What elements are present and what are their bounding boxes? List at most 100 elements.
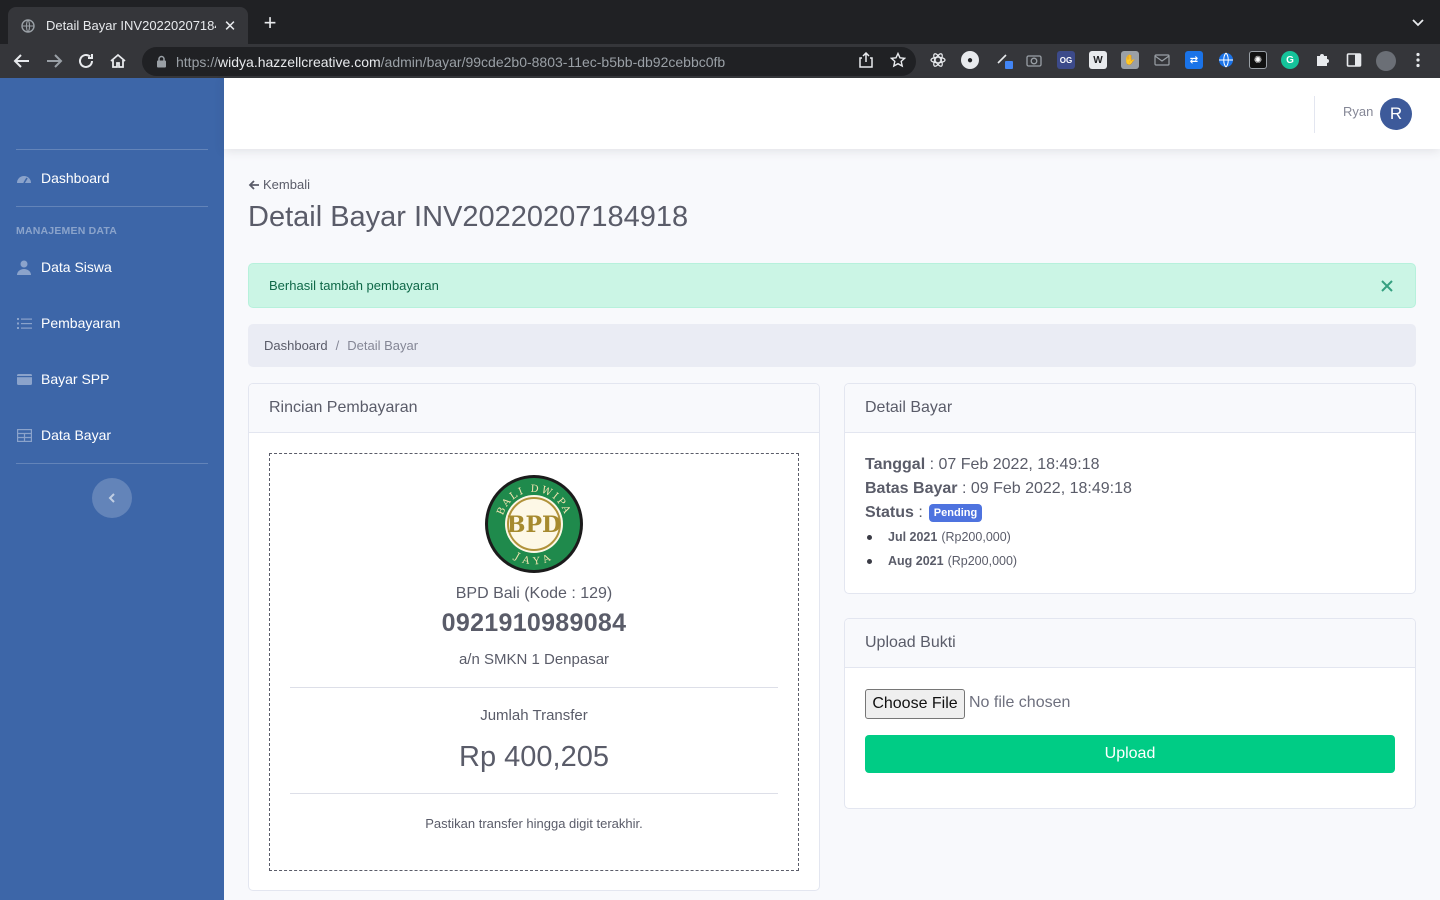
avatar[interactable]: R: [1380, 98, 1412, 130]
batas-value: : 09 Feb 2022, 18:49:18: [957, 480, 1132, 497]
address-bar[interactable]: https://widya.hazzellcreative.com/admin/…: [142, 47, 916, 76]
alert-message: Berhasil tambah pembayaran: [269, 278, 439, 293]
list-icon: [16, 315, 32, 331]
tachometer-icon: [16, 170, 32, 186]
reload-icon[interactable]: [76, 51, 96, 71]
lock-icon[interactable]: [154, 55, 168, 69]
sidebar-item-dashboard[interactable]: Dashboard: [16, 166, 110, 190]
back-arrow-icon[interactable]: [12, 51, 32, 71]
topbar: Ryan R: [224, 78, 1440, 149]
wallet-icon: [16, 371, 32, 387]
month-amount: (Rp200,000): [941, 530, 1011, 544]
bank-name: BPD Bali (Kode : 129): [455, 585, 613, 602]
month-label: Aug 2021: [888, 554, 944, 568]
grammarly-icon[interactable]: G: [1281, 51, 1299, 69]
share-icon[interactable]: [857, 51, 875, 69]
account-holder: a/n SMKN 1 Denpasar: [458, 651, 610, 668]
camera-icon[interactable]: [1025, 51, 1043, 69]
new-tab-icon[interactable]: +: [258, 12, 282, 34]
chevron-down-icon[interactable]: [1410, 14, 1426, 30]
payment-receipt: BALI DWIPA JAYA BPD BPD Bali (Kode : 129…: [269, 453, 799, 871]
home-icon[interactable]: [108, 51, 128, 71]
month-label: Jul 2021: [888, 530, 938, 544]
web-globe-extension-icon[interactable]: [1217, 51, 1235, 69]
close-icon[interactable]: [1379, 278, 1395, 294]
translate-extension-icon[interactable]: ⇄: [1185, 51, 1203, 69]
table-icon: [16, 427, 32, 443]
month-amount: (Rp200,000): [947, 554, 1018, 568]
tanggal-label: Tanggal: [865, 456, 926, 473]
sidebar-item-data-bayar[interactable]: Data Bayar: [16, 423, 111, 447]
account-number: 0921910989084: [441, 609, 627, 637]
mail-extension-icon[interactable]: [1153, 51, 1171, 69]
status-label: Status: [865, 504, 914, 521]
og-extension-icon[interactable]: OG: [1057, 51, 1075, 69]
user-icon: [16, 259, 32, 275]
card-header: Rincian Pembayaran: [249, 384, 819, 433]
file-status: No file chosen: [969, 694, 1071, 711]
list-item: Jul 2021 (Rp200,000): [865, 530, 1011, 544]
tab-title: Detail Bayar INV20220207184918: [46, 18, 216, 33]
batas-label: Batas Bayar: [865, 480, 958, 497]
rincian-card: Rincian Pembayaran BALI DWIPA JAYA BPD B…: [248, 383, 820, 891]
upload-button[interactable]: Upload: [865, 735, 1395, 773]
browser-tabbar: Detail Bayar INV20220207184918 ✕ +: [0, 0, 1440, 44]
choose-file-button[interactable]: Choose File: [865, 689, 965, 719]
breadcrumb-dashboard[interactable]: Dashboard: [264, 338, 328, 353]
w-extension-icon[interactable]: W: [1089, 51, 1107, 69]
back-label: Kembali: [263, 177, 310, 192]
card-header: Detail Bayar: [845, 384, 1415, 433]
sidebar-item-data-siswa[interactable]: Data Siswa: [16, 255, 112, 279]
sidebar-item-label: Dashboard: [41, 170, 110, 186]
status-row: Status : Pending: [865, 504, 983, 522]
back-link[interactable]: Kembali: [248, 177, 310, 192]
tanggal-value: : 07 Feb 2022, 18:49:18: [925, 456, 1100, 473]
bullet-icon: [867, 558, 872, 564]
page-title: Detail Bayar INV20220207184918: [248, 201, 689, 233]
forward-arrow-icon[interactable]: [44, 51, 64, 71]
sidebar-toggle-button[interactable]: [92, 478, 132, 518]
sidebar-item-label: Data Bayar: [41, 427, 112, 443]
sidebar-divider: [16, 463, 208, 464]
breadcrumb-separator: /: [335, 338, 340, 353]
url-text: https://widya.hazzellcreative.com/admin/…: [176, 53, 726, 70]
extension-face-icon[interactable]: ●: [961, 51, 979, 69]
topbar-divider: [1314, 96, 1315, 133]
puzzle-icon[interactable]: [1313, 51, 1331, 69]
hand-extension-icon[interactable]: ✋: [1121, 51, 1139, 69]
bank-logo-icon: BALI DWIPA JAYA BPD: [484, 474, 584, 574]
star-icon[interactable]: [889, 51, 907, 69]
sidebar-item-label: Bayar SPP: [41, 371, 110, 387]
status-separator: :: [913, 504, 923, 521]
tab-close-icon[interactable]: ✕: [222, 17, 238, 35]
sidebar-item-pembayaran[interactable]: Pembayaran: [16, 311, 120, 335]
gear-extension-icon[interactable]: ✺: [1249, 51, 1267, 69]
receipt-divider: [290, 793, 778, 794]
user-name[interactable]: Ryan: [1343, 104, 1373, 119]
profile-avatar-icon[interactable]: [1376, 51, 1396, 71]
arrow-left-icon: [248, 179, 260, 191]
browser-tab[interactable]: Detail Bayar INV20220207184918 ✕: [8, 7, 248, 44]
tanggal-row: Tanggal : 07 Feb 2022, 18:49:18: [865, 456, 1100, 474]
sidebar: Dashboard MANAJEMEN DATA Data Siswa Pemb…: [0, 78, 224, 900]
sidebar-item-bayar-spp[interactable]: Bayar SPP: [16, 367, 109, 391]
react-devtools-icon[interactable]: [929, 51, 947, 69]
list-item: Aug 2021 (Rp200,000): [865, 554, 1017, 568]
upload-card: Upload Bukti Choose File No file chosen …: [844, 618, 1416, 809]
sidepanel-icon[interactable]: [1345, 51, 1363, 69]
transfer-label: Jumlah Transfer: [480, 707, 588, 724]
sidebar-item-label: Data Siswa: [41, 259, 112, 275]
sidebar-item-label: Pembayaran: [41, 315, 121, 331]
globe-icon: [20, 18, 36, 34]
svg-text:BPD: BPD: [507, 512, 561, 538]
transfer-note: Pastikan transfer hingga digit terakhir.: [425, 816, 643, 831]
card-header: Upload Bukti: [845, 619, 1415, 668]
detail-card: Detail Bayar Tanggal : 07 Feb 2022, 18:4…: [844, 383, 1416, 594]
pen-extension-icon[interactable]: [995, 51, 1013, 69]
kebab-menu-icon[interactable]: [1409, 51, 1427, 69]
transfer-amount: Rp 400,205: [459, 741, 609, 773]
receipt-divider: [290, 687, 778, 688]
sidebar-heading: MANAJEMEN DATA: [16, 225, 117, 237]
breadcrumb: Dashboard / Detail Bayar: [248, 324, 1416, 367]
bullet-icon: [867, 534, 872, 540]
